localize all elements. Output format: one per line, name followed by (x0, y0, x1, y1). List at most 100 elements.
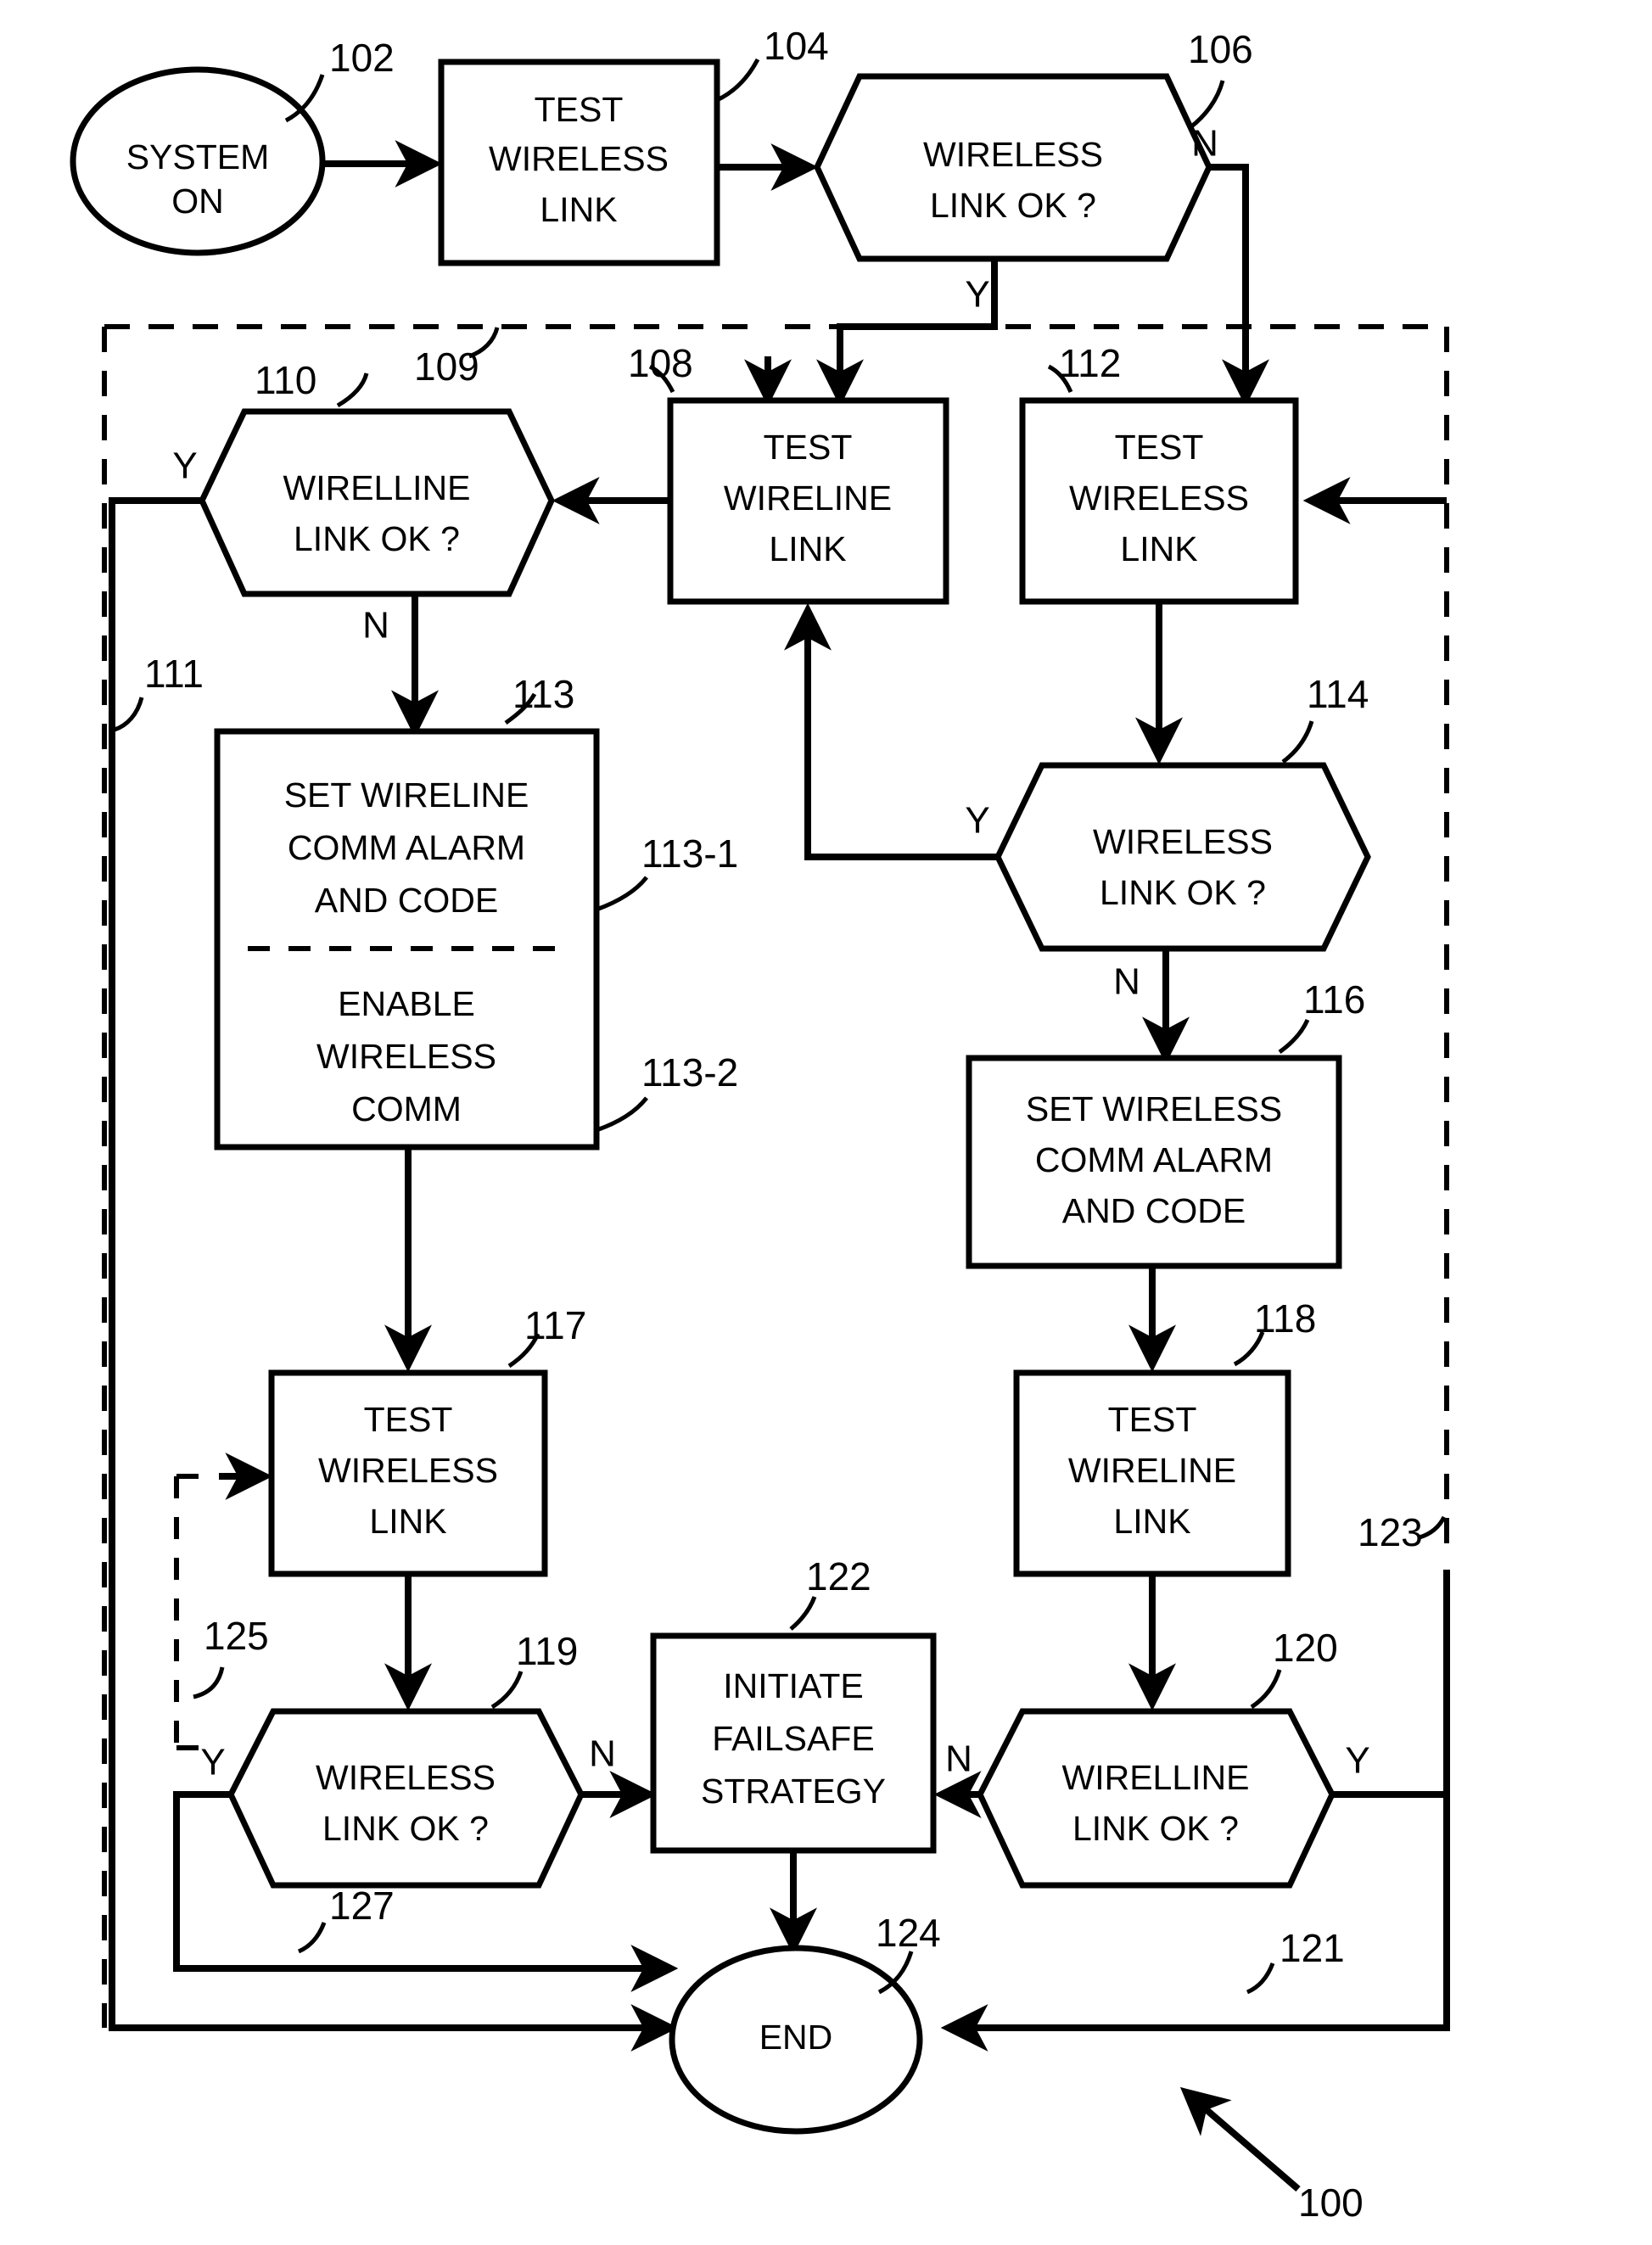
figure-canvas: SYSTEM ON 102 TEST WIRELESS LINK 104 WIR… (0, 0, 1652, 2245)
ref-124: 124 (876, 1911, 941, 1955)
node-system-on-line1: SYSTEM (126, 137, 270, 176)
ref-117: 117 (524, 1303, 586, 1347)
ref-100: 100 (1298, 2181, 1364, 2225)
ref-125: 125 (204, 1614, 269, 1658)
node-110-line1: WIRELLINE (283, 468, 471, 507)
node-113-sub1-line3: AND CODE (315, 881, 498, 920)
node-113-sub2-line2: WIRELESS (316, 1037, 496, 1076)
node-117-line2: WIRELESS (318, 1451, 498, 1490)
node-test-wireline-link-118: TEST WIRELINE LINK 118 (1013, 1296, 1316, 1577)
node-113-sub1-line1: SET WIRELINE (284, 775, 529, 815)
figure-ref-100: 100 (1179, 2086, 1364, 2225)
ref-109: 109 (414, 344, 479, 389)
branch-119-y: Y (200, 1742, 225, 1783)
ref-pointer-125: 125 (193, 1614, 269, 1699)
branch-106-y: Y (965, 274, 989, 316)
node-106-line1: WIRELESS (923, 135, 1103, 174)
node-108-line2: WIRELINE (724, 479, 892, 518)
node-108-line3: LINK (769, 529, 846, 568)
ref-112: 112 (1059, 341, 1121, 385)
node-test-wireless-link-117: TEST WIRELESS LINK 117 (268, 1303, 586, 1577)
branch-114-n: N (1113, 961, 1140, 1003)
node-119-line1: WIRELESS (316, 1758, 496, 1797)
edge-114-no-to-116: N (1113, 949, 1190, 1065)
ref-122: 122 (806, 1554, 871, 1598)
branch-120-n: N (945, 1738, 972, 1780)
ref-121: 121 (1280, 1926, 1345, 1970)
node-122-line2: FAILSAFE (712, 1719, 874, 1758)
node-106-line2: LINK OK ? (930, 186, 1096, 225)
node-113-sub2-line3: COMM (351, 1089, 462, 1128)
node-110-line2: LINK OK ? (294, 519, 460, 558)
node-wireless-link-ok-114: WIRELESS LINK OK ? 114 Y (965, 672, 1371, 952)
node-120-line2: LINK OK ? (1072, 1809, 1239, 1848)
node-system-on-line2: ON (171, 182, 224, 221)
ref-104: 104 (764, 24, 829, 68)
node-116-line1: SET WIRELESS (1026, 1089, 1282, 1128)
ref-108: 108 (628, 341, 693, 385)
ref-123: 123 (1358, 1510, 1423, 1554)
ref-106: 106 (1188, 27, 1253, 71)
node-wirelline-link-ok-110: WIRELLINE LINK OK ? 110 Y (172, 358, 555, 597)
ref-119: 119 (516, 1629, 578, 1673)
ref-102: 102 (329, 36, 395, 80)
node-wireless-link-ok-119: WIRELESS LINK OK ? 119 Y (200, 1629, 585, 1889)
ref-116: 116 (1303, 977, 1365, 1022)
node-118-line1: TEST (1108, 1400, 1197, 1439)
node-104-line3: LINK (540, 190, 617, 229)
ref-113-2: 113-2 (641, 1050, 738, 1095)
ref-114: 114 (1307, 672, 1369, 716)
node-wireless-link-ok-106: WIRELESS LINK OK ? 106 N (814, 27, 1253, 262)
ref-pointer-123: 123 (1358, 1510, 1447, 1554)
node-122-line3: STRATEGY (701, 1772, 886, 1811)
branch-114-y: Y (965, 800, 989, 842)
edge-106-no-to-112 (1209, 164, 1269, 407)
node-end-124: END 124 (669, 1911, 941, 2135)
ref-118: 118 (1254, 1296, 1316, 1341)
node-108-line1: TEST (764, 428, 853, 467)
node-104-line2: WIRELESS (489, 139, 669, 178)
node-test-wireline-link-108: TEST WIRELINE LINK 108 (628, 341, 949, 605)
node-118-line3: LINK (1113, 1502, 1190, 1541)
ref-113: 113 (512, 672, 574, 716)
flowchart-diagram: SYSTEM ON 102 TEST WIRELESS LINK 104 WIR… (70, 24, 1450, 2225)
node-114-line1: WIRELESS (1093, 822, 1273, 861)
node-system-on: SYSTEM ON 102 (70, 36, 395, 256)
node-114-line2: LINK OK ? (1100, 873, 1266, 912)
edge-106-yes-to-108: Y (816, 259, 998, 407)
ref-127: 127 (329, 1884, 395, 1928)
node-initiate-failsafe-122: INITIATE FAILSAFE STRATEGY 122 (650, 1554, 937, 1854)
node-set-wireline-alarm-113: SET WIRELINE COMM ALARM AND CODE ENABLE … (214, 672, 738, 1150)
node-120-line1: WIRELLINE (1062, 1758, 1250, 1797)
node-117-line1: TEST (364, 1400, 453, 1439)
branch-106-n: N (1191, 123, 1218, 165)
ref-pointer-109: 109 (414, 327, 500, 389)
node-112-line2: WIRELESS (1069, 479, 1249, 518)
ref-120: 120 (1273, 1626, 1338, 1670)
node-wirelline-link-ok-120: WIRELLINE LINK OK ? 120 Y N (945, 1626, 1370, 1889)
dashed-bracket-125 (174, 1474, 216, 1750)
node-116-line3: AND CODE (1062, 1191, 1246, 1230)
node-test-wireless-link-112: TEST WIRELESS LINK 112 (1019, 341, 1299, 605)
branch-110-y: Y (172, 445, 197, 487)
node-113-sub2-line1: ENABLE (338, 984, 475, 1023)
node-122-line1: INITIATE (723, 1666, 864, 1705)
node-117-line3: LINK (369, 1502, 446, 1541)
branch-119-n: N (589, 1733, 616, 1775)
node-104-line1: TEST (535, 90, 624, 129)
edge-119-no-to-122: N (581, 1733, 658, 1818)
node-113-sub1-line2: COMM ALARM (288, 828, 525, 867)
node-112-line3: LINK (1120, 529, 1197, 568)
node-119-line2: LINK OK ? (322, 1809, 489, 1848)
ref-111: 111 (144, 652, 204, 696)
ref-110: 110 (255, 358, 316, 402)
ref-113-1: 113-1 (641, 831, 738, 876)
node-end-label: END (759, 2018, 833, 2057)
node-116-line2: COMM ALARM (1035, 1140, 1273, 1179)
branch-120-y: Y (1345, 1740, 1369, 1782)
node-test-wireless-link-104: TEST WIRELESS LINK 104 (438, 24, 829, 266)
edge-110-no-to-113: N (362, 594, 439, 738)
branch-110-n: N (362, 605, 389, 647)
node-118-line2: WIRELINE (1068, 1451, 1236, 1490)
node-112-line1: TEST (1115, 428, 1204, 467)
